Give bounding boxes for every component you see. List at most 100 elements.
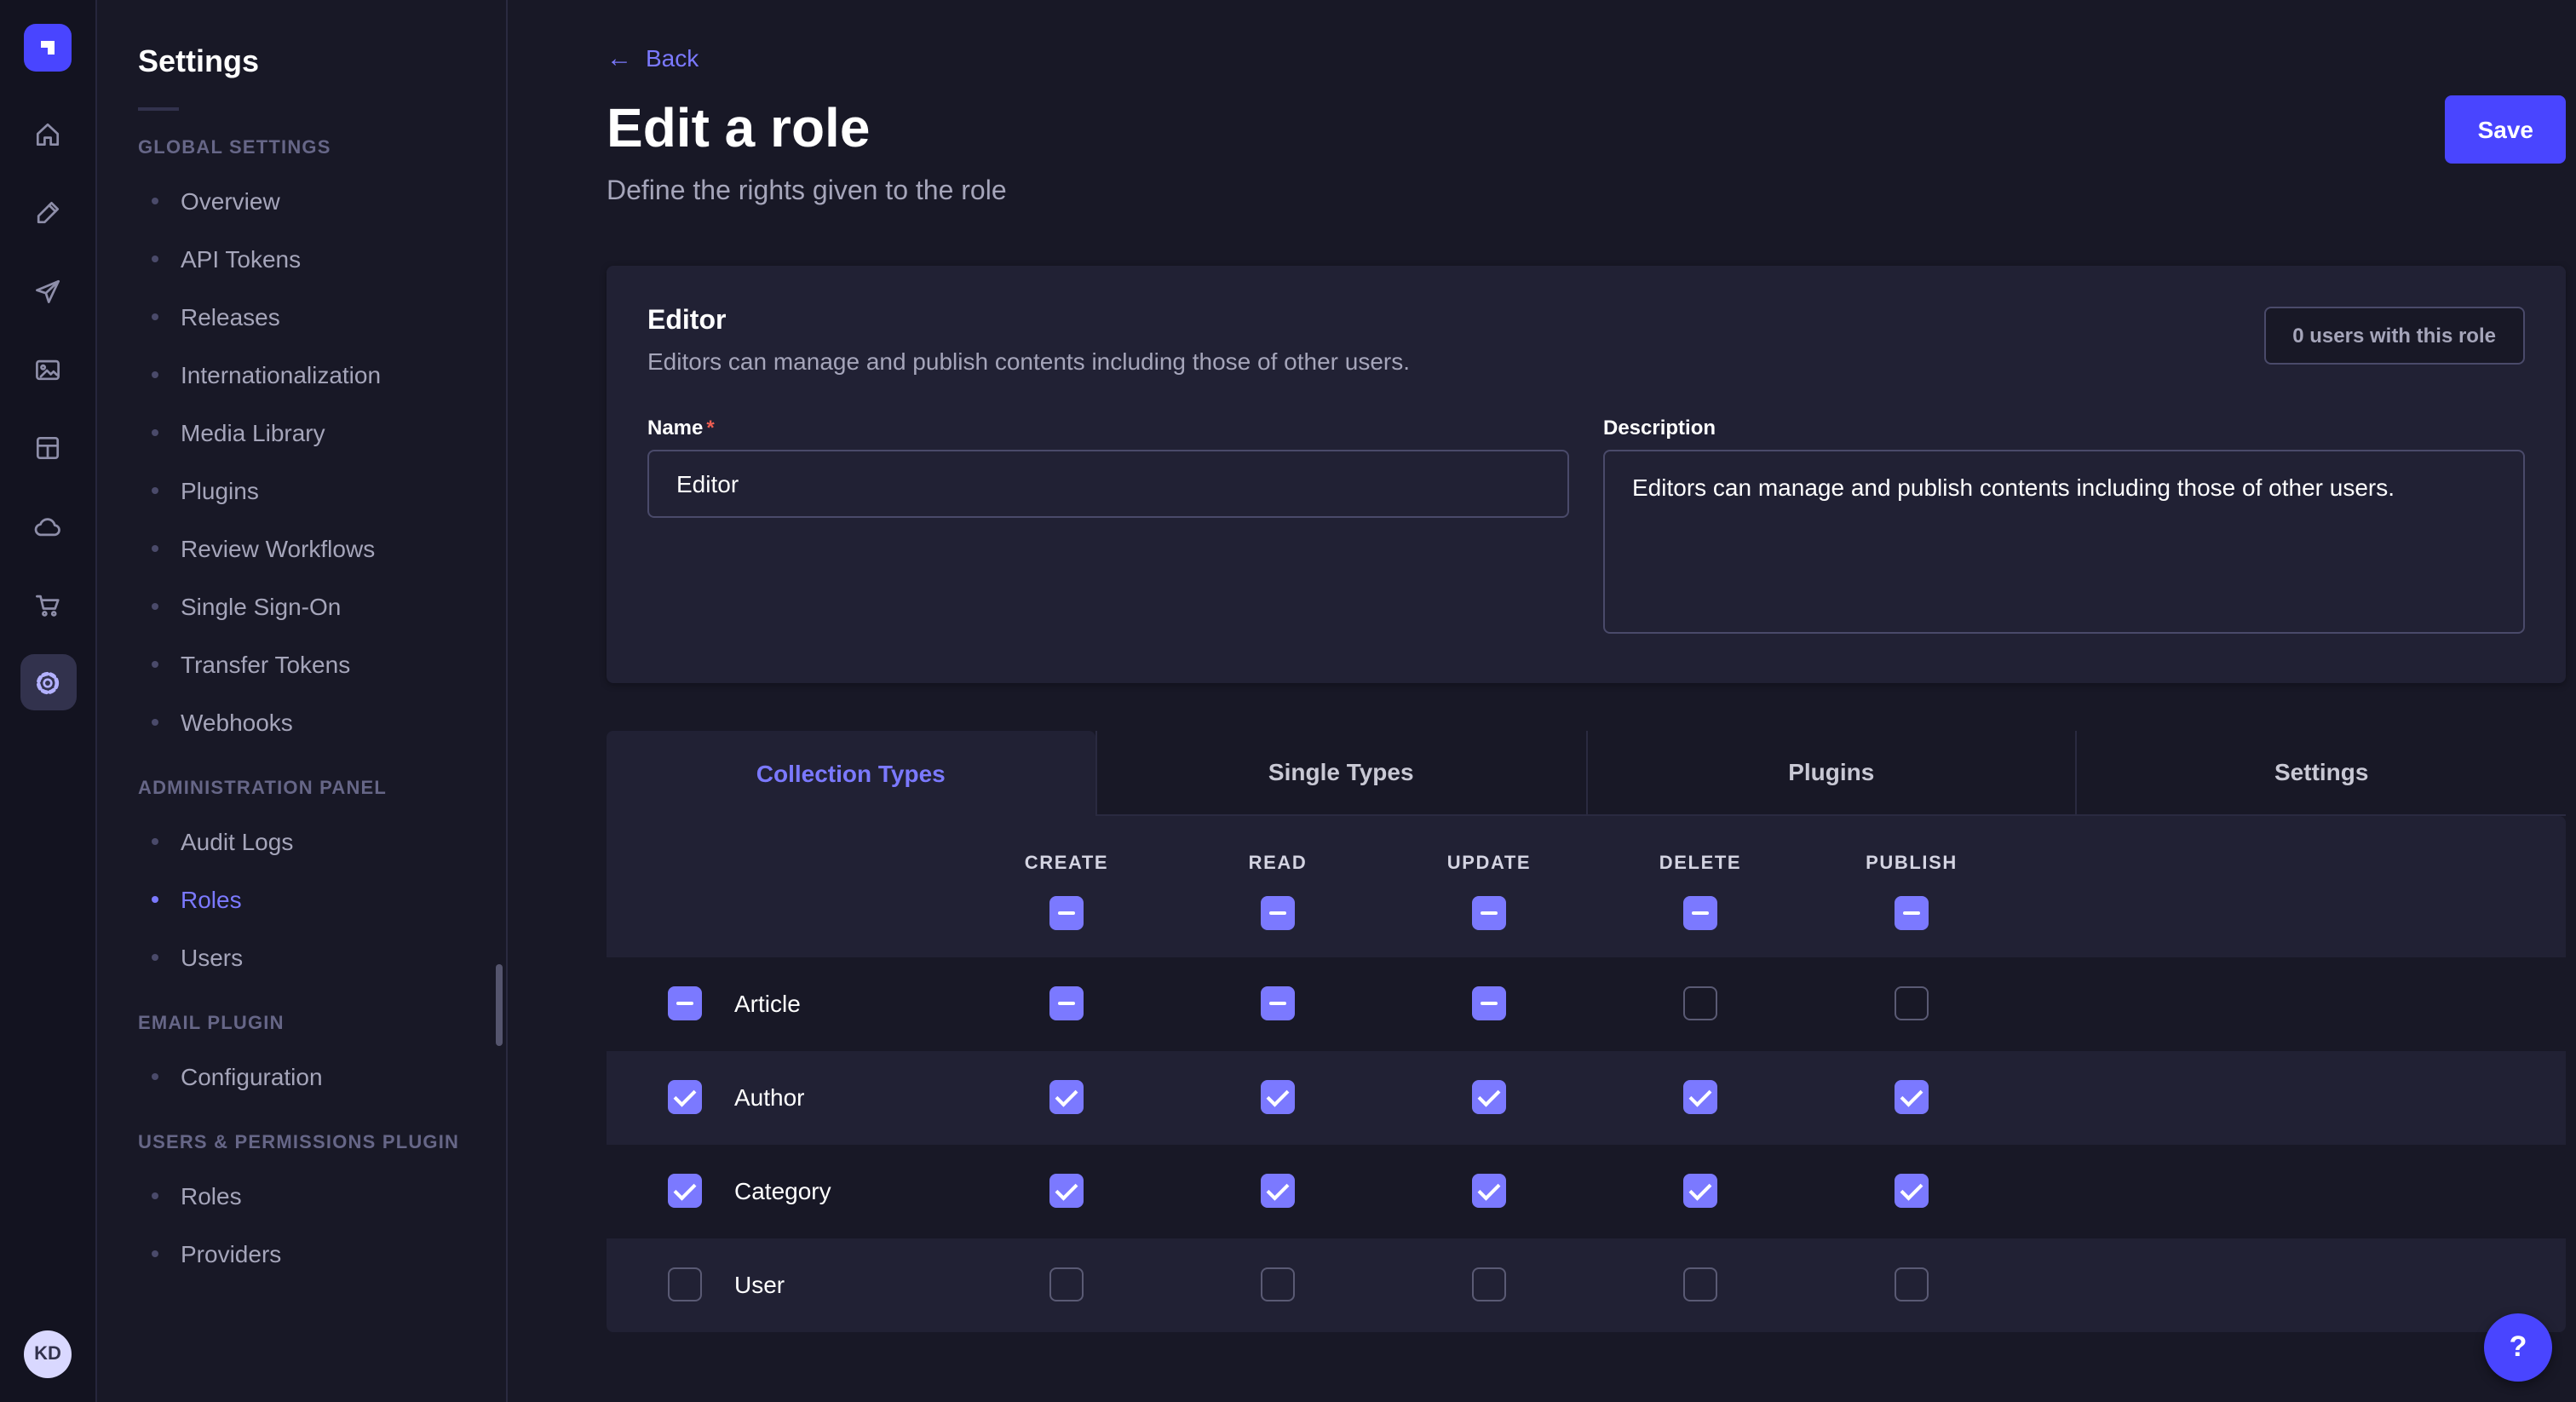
role-name-heading: Editor [647, 306, 1410, 336]
settings-sidebar: Settings GLOBAL SETTINGSOverviewAPI Toke… [97, 0, 508, 1402]
bullet-icon [152, 198, 158, 204]
tab-settings[interactable]: Settings [2076, 730, 2567, 815]
users-with-role-badge[interactable]: 0 users with this role [2263, 306, 2525, 364]
column-header-publish: PUBLISH [1806, 853, 2017, 929]
select-all-publish-checkbox[interactable] [1895, 895, 1929, 929]
sidebar-item-media-library[interactable]: Media Library [97, 404, 506, 462]
select-all-update-checkbox[interactable] [1472, 895, 1506, 929]
back-link[interactable]: ← Back [607, 44, 699, 72]
sidebar-item-webhooks[interactable]: Webhooks [97, 693, 506, 751]
content-type-builder-icon[interactable] [20, 184, 76, 240]
user-row-checkbox[interactable] [668, 1267, 702, 1301]
sidebar-item-label: Plugins [181, 477, 259, 504]
bullet-icon [152, 954, 158, 961]
sidebar-item-releases[interactable]: Releases [97, 288, 506, 346]
bullet-icon [152, 371, 158, 378]
sidebar-item-label: Releases [181, 303, 280, 330]
strapi-logo-icon[interactable] [24, 24, 72, 72]
description-field-label: Description [1603, 415, 1716, 439]
help-button[interactable]: ? [2484, 1313, 2552, 1382]
strapi-logo-mark [34, 34, 61, 61]
sidebar-item-overview[interactable]: Overview [97, 172, 506, 230]
deploy-icon[interactable] [20, 262, 76, 319]
permissions-section: Collection TypesSingle TypesPluginsSetti… [607, 730, 2566, 1331]
media-library-icon[interactable] [20, 341, 76, 397]
sidebar-item-review-workflows[interactable]: Review Workflows [97, 520, 506, 577]
author-create-checkbox[interactable] [1049, 1080, 1084, 1114]
author-row-checkbox[interactable] [668, 1080, 702, 1114]
bullet-icon [152, 603, 158, 610]
main-content: ← Back Edit a role Save Define the right… [508, 0, 2576, 1402]
permission-row-category: Category [607, 1144, 2566, 1238]
sidebar-scrollbar-thumb[interactable] [496, 964, 503, 1046]
section-label-global-settings: GLOBAL SETTINGS [138, 138, 465, 158]
page-subtitle: Define the rights given to the role [607, 176, 2566, 207]
bullet-icon [152, 1250, 158, 1257]
sidebar-item-audit-logs[interactable]: Audit Logs [97, 813, 506, 871]
article-publish-checkbox[interactable] [1895, 986, 1929, 1020]
sidebar-item-providers[interactable]: Providers [97, 1225, 506, 1283]
category-read-checkbox[interactable] [1261, 1174, 1295, 1208]
sidebar-item-users[interactable]: Users [97, 928, 506, 986]
sidebar-item-label: Overview [181, 187, 280, 215]
permission-row-user: User [607, 1238, 2566, 1331]
back-arrow-icon: ← [607, 45, 632, 71]
sidebar-item-label: Roles [181, 886, 242, 913]
article-update-checkbox[interactable] [1472, 986, 1506, 1020]
home-icon[interactable] [20, 106, 76, 162]
content-type-label: User [734, 1271, 785, 1298]
cloud-icon[interactable] [20, 497, 76, 554]
content-manager-icon[interactable] [20, 419, 76, 475]
bullet-icon [152, 838, 158, 845]
bullet-icon [152, 429, 158, 436]
author-delete-checkbox[interactable] [1683, 1080, 1717, 1114]
category-row-checkbox[interactable] [668, 1174, 702, 1208]
article-create-checkbox[interactable] [1049, 986, 1084, 1020]
sidebar-item-roles[interactable]: Roles [97, 1167, 506, 1225]
sidebar-item-single-sign-on[interactable]: Single Sign-On [97, 577, 506, 635]
bullet-icon [152, 661, 158, 668]
user-publish-checkbox[interactable] [1895, 1267, 1929, 1301]
article-delete-checkbox[interactable] [1683, 986, 1717, 1020]
sidebar-item-plugins[interactable]: Plugins [97, 462, 506, 520]
select-all-create-checkbox[interactable] [1049, 895, 1084, 929]
author-read-checkbox[interactable] [1261, 1080, 1295, 1114]
name-field-label: Name [647, 415, 703, 439]
user-create-checkbox[interactable] [1049, 1267, 1084, 1301]
author-update-checkbox[interactable] [1472, 1080, 1506, 1114]
select-all-delete-checkbox[interactable] [1683, 895, 1717, 929]
marketplace-icon[interactable] [20, 576, 76, 632]
article-read-checkbox[interactable] [1261, 986, 1295, 1020]
sidebar-item-label: Transfer Tokens [181, 651, 350, 678]
bullet-icon [152, 256, 158, 262]
bullet-icon [152, 719, 158, 726]
tab-single-types[interactable]: Single Types [1095, 730, 1586, 815]
user-update-checkbox[interactable] [1472, 1267, 1506, 1301]
article-row-checkbox[interactable] [668, 986, 702, 1020]
user-delete-checkbox[interactable] [1683, 1267, 1717, 1301]
name-input[interactable] [647, 449, 1569, 517]
category-update-checkbox[interactable] [1472, 1174, 1506, 1208]
sidebar-item-internationalization[interactable]: Internationalization [97, 346, 506, 404]
permissions-rows: ArticleAuthorCategoryUser [607, 957, 2566, 1331]
sidebar-item-configuration[interactable]: Configuration [97, 1048, 506, 1106]
sidebar-item-api-tokens[interactable]: API Tokens [97, 230, 506, 288]
category-create-checkbox[interactable] [1049, 1174, 1084, 1208]
author-publish-checkbox[interactable] [1895, 1080, 1929, 1114]
category-delete-checkbox[interactable] [1683, 1174, 1717, 1208]
sidebar-item-roles[interactable]: Roles [97, 871, 506, 928]
content-type-label: Author [734, 1083, 805, 1111]
select-all-read-checkbox[interactable] [1261, 895, 1295, 929]
tab-collection-types[interactable]: Collection Types [607, 730, 1095, 815]
tab-plugins[interactable]: Plugins [1585, 730, 2076, 815]
description-textarea[interactable]: Editors can manage and publish contents … [1603, 449, 2525, 633]
user-read-checkbox[interactable] [1261, 1267, 1295, 1301]
save-button[interactable]: Save [2446, 95, 2566, 163]
section-label-administration-panel: ADMINISTRATION PANEL [138, 779, 465, 799]
category-publish-checkbox[interactable] [1895, 1174, 1929, 1208]
sidebar-item-transfer-tokens[interactable]: Transfer Tokens [97, 635, 506, 693]
user-avatar[interactable]: KD [24, 1330, 72, 1378]
settings-icon[interactable] [20, 654, 76, 710]
sidebar-item-label: Review Workflows [181, 535, 375, 562]
page-title: Edit a role [607, 99, 870, 158]
